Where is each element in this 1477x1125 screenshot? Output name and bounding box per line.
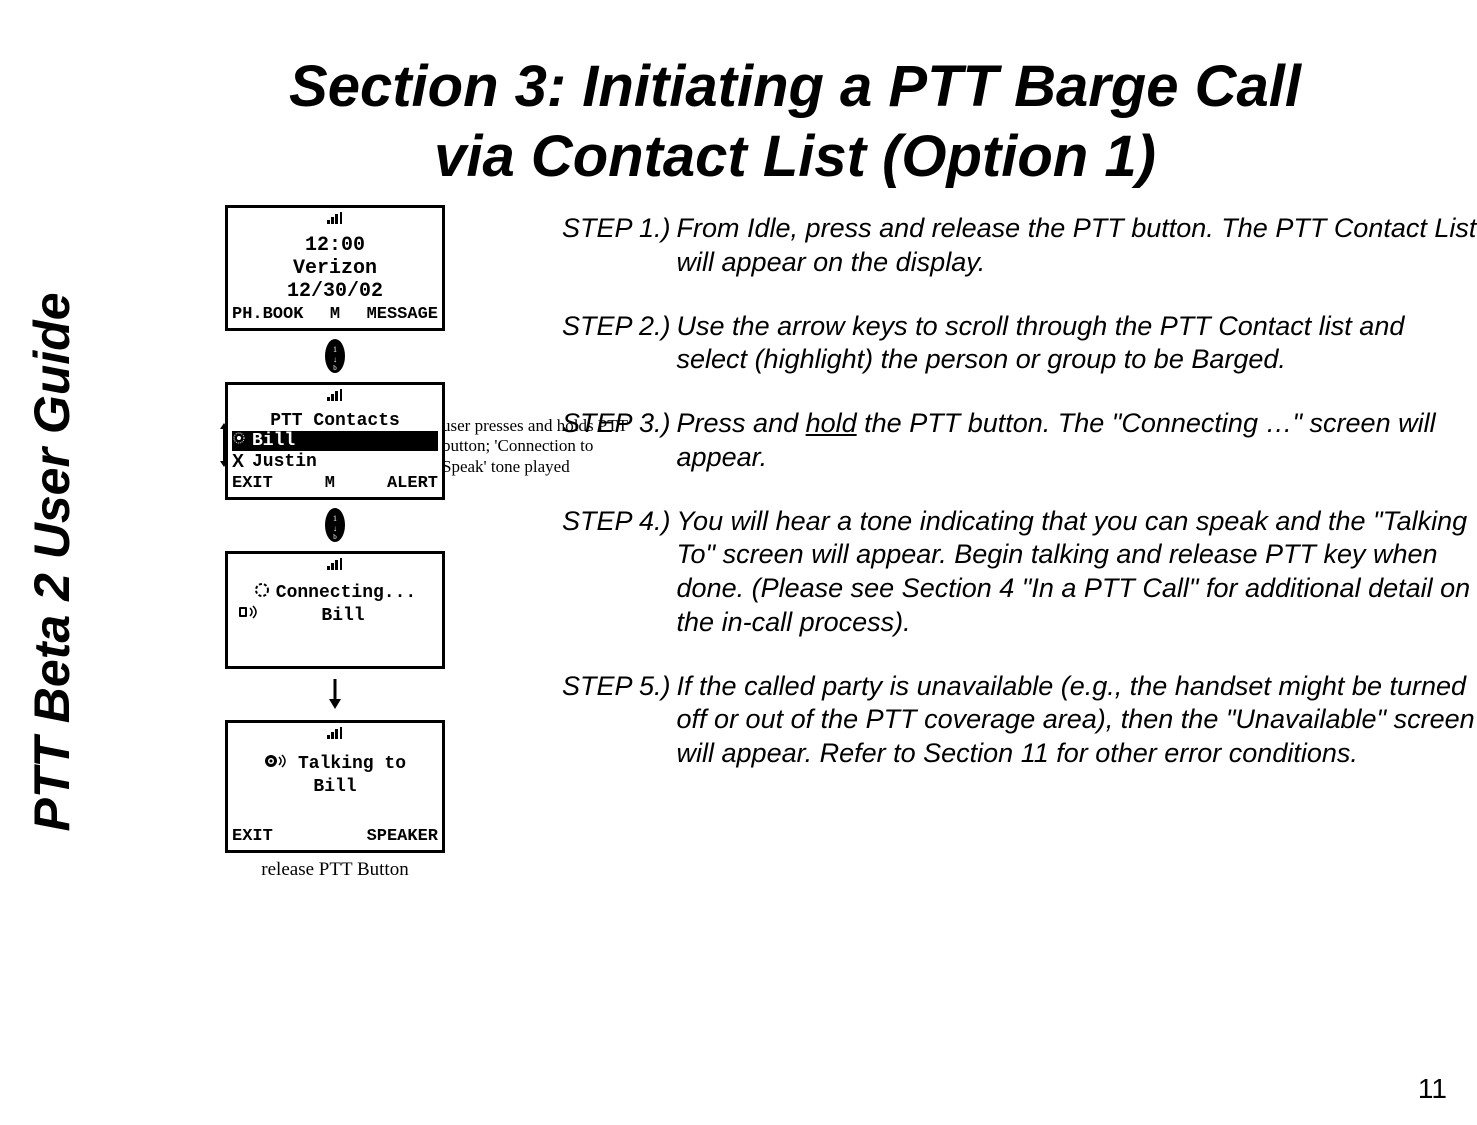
step-1-text: From Idle, press and release the PTT but… [677, 212, 1477, 280]
connecting-name: Bill [266, 606, 442, 626]
step-3: STEP 3.) Press and hold the PTT button. … [562, 407, 1477, 475]
title-line-2: via Contact List (Option 1) [120, 122, 1470, 192]
svg-text:1: 1 [333, 345, 337, 354]
svg-text:1: 1 [333, 514, 337, 523]
idle-softkey-right[interactable]: MESSAGE [367, 305, 438, 324]
flow-arrow-1: 1↓b [325, 339, 345, 378]
talking-screen: Talking to Bill EXIT SPEAKER [225, 720, 445, 853]
connecting-screen: Connecting... Bill [225, 551, 445, 669]
contacts-softkey-right[interactable]: ALERT [387, 474, 438, 493]
step-2-label: STEP 2.) [562, 310, 671, 378]
step-4-label: STEP 4.) [562, 505, 671, 640]
step-3-underline: hold [806, 408, 857, 438]
idle-time: 12:00 [228, 234, 442, 257]
signal-icon [325, 212, 345, 224]
contact-row-selected[interactable]: Bill [232, 431, 438, 451]
step-3-label: STEP 3.) [562, 407, 671, 475]
contacts-softkey-left[interactable]: EXIT [232, 474, 273, 493]
flow-arrow-2: 1↓b [325, 508, 345, 547]
contacts-screen: PTT Contacts Bill X Justin EXIT M ALERT [225, 382, 445, 500]
talking-speaker-icon [264, 753, 290, 775]
svg-text:b: b [333, 364, 337, 372]
step-5-text: If the called party is unavailable (e.g.… [677, 670, 1477, 771]
flow-arrow-3 [327, 679, 343, 714]
signal-icon [325, 389, 345, 401]
step-2-text: Use the arrow keys to scroll through the… [677, 310, 1477, 378]
idle-screen: 12:00 Verizon 12/30/02 PH.BOOK M MESSAGE [225, 205, 445, 331]
page-number: 11 [1418, 1073, 1447, 1105]
phone-speaker-icon [238, 605, 260, 625]
steps-list: STEP 1.) From Idle, press and release th… [562, 212, 1477, 771]
svg-text:↓: ↓ [333, 355, 337, 364]
signal-icon [325, 727, 345, 739]
sidebar: PTT Beta 2 User Guide [0, 0, 110, 1125]
spinner-icon [254, 582, 270, 604]
contact-name-2: Justin [252, 452, 317, 472]
step-5-label: STEP 5.) [562, 670, 671, 771]
title-line-1: Section 3: Initiating a PTT Barge Call [120, 52, 1470, 122]
step-4-text: You will hear a tone indicating that you… [677, 505, 1477, 640]
step-3-text: Press and hold the PTT button. The "Conn… [677, 407, 1477, 475]
sidebar-title: PTT Beta 2 User Guide [23, 292, 81, 831]
connecting-status: Connecting... [276, 583, 416, 603]
presence-unavailable-icon: X [232, 451, 248, 472]
step-1-label: STEP 1.) [562, 212, 671, 280]
talking-status: Talking to [298, 754, 406, 774]
step-1: STEP 1.) From Idle, press and release th… [562, 212, 1477, 280]
idle-softkey-left[interactable]: PH.BOOK [232, 305, 303, 324]
idle-date: 12/30/02 [228, 280, 442, 303]
contacts-softkey-mid[interactable]: M [325, 474, 335, 493]
step-5: STEP 5.) If the called party is unavaila… [562, 670, 1477, 771]
presence-available-icon [232, 431, 248, 451]
svg-text:↓: ↓ [333, 524, 337, 533]
talking-softkey-left[interactable]: EXIT [232, 827, 273, 846]
talking-softkey-right[interactable]: SPEAKER [367, 827, 438, 846]
step-4: STEP 4.) You will hear a tone indicating… [562, 505, 1477, 640]
step-3-pre: Press and [677, 408, 806, 438]
phone-screen-flow: 12:00 Verizon 12/30/02 PH.BOOK M MESSAGE… [205, 205, 465, 881]
contact-name-1: Bill [252, 431, 295, 451]
release-caption: release PTT Button [261, 859, 408, 881]
scroll-arrows-icon [218, 423, 230, 473]
page-title: Section 3: Initiating a PTT Barge Call v… [120, 52, 1470, 191]
step-2: STEP 2.) Use the arrow keys to scroll th… [562, 310, 1477, 378]
idle-softkey-mid[interactable]: M [330, 305, 340, 324]
idle-carrier: Verizon [228, 257, 442, 280]
contact-row[interactable]: X Justin [232, 451, 438, 472]
signal-icon [325, 558, 345, 570]
contacts-header: PTT Contacts [228, 411, 442, 431]
svg-text:b: b [333, 533, 337, 541]
talking-name: Bill [228, 777, 442, 797]
